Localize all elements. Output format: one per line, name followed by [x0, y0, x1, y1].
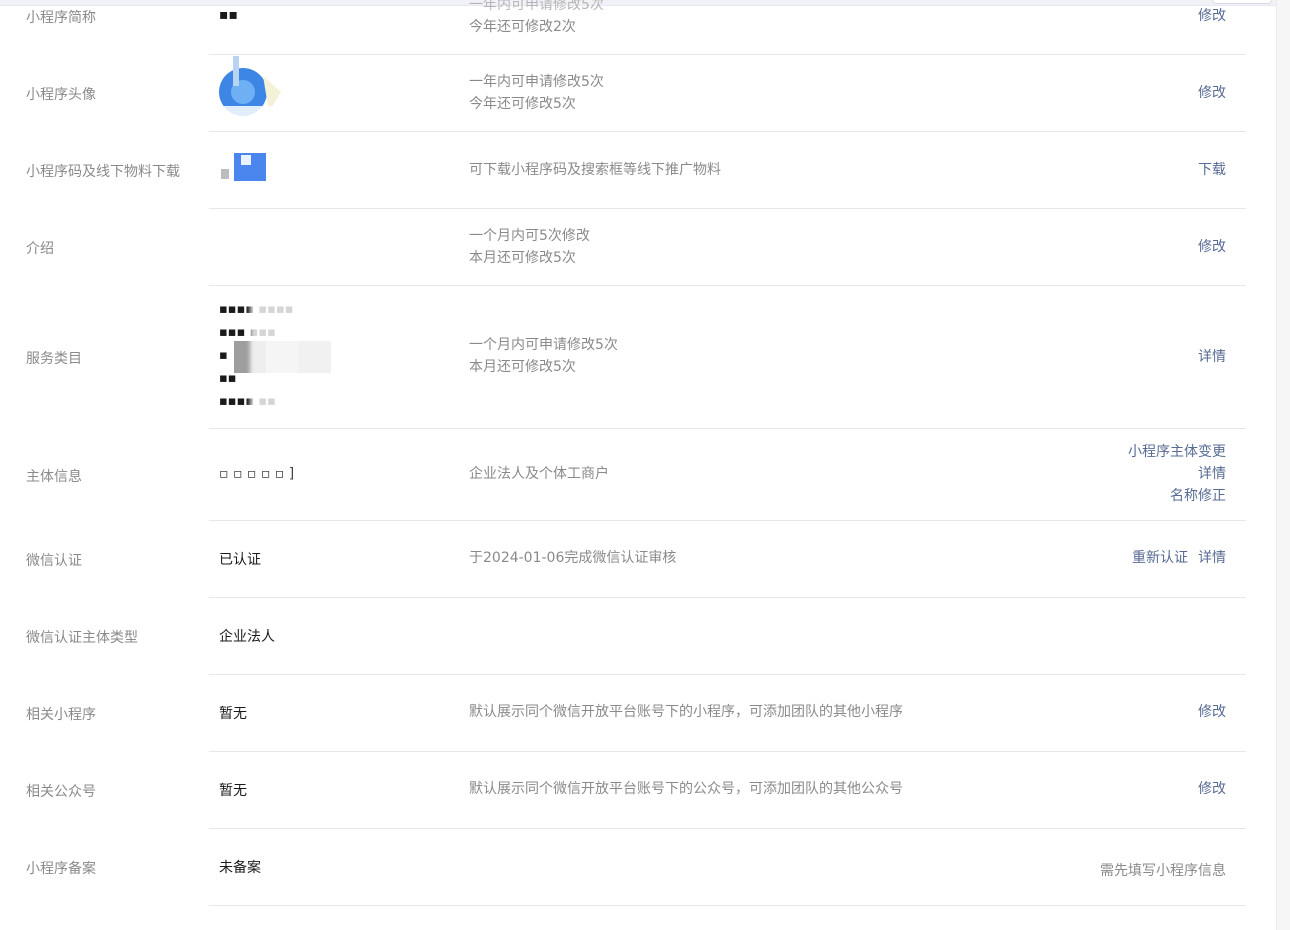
row-actions: 小程序主体变更 详情 名称修正 [1128, 441, 1226, 507]
row-avatar: 小程序头像 一年内可申请修改5次 今年还可修改5次 修改 [0, 55, 1246, 132]
row-label: 微信认证主体类型 [26, 630, 138, 646]
row-description: 默认展示同个微信开放平台账号下的公众号，可添加团队的其他公众号 [469, 781, 903, 797]
download-qrcode-link[interactable]: 下载 [1198, 162, 1226, 178]
row-description: 一年内可申请修改5次 今年还可修改2次 [469, 0, 604, 35]
row-value: 暂无 [219, 783, 247, 799]
short-name-value-redacted: ▪▪ [219, 7, 238, 23]
row-label: 小程序简称 [26, 10, 96, 26]
edit-related-official-link[interactable]: 修改 [1198, 781, 1226, 797]
row-related-miniprogram: 相关小程序 暂无 默认展示同个微信开放平台账号下的小程序，可添加团队的其他小程序… [0, 675, 1246, 752]
scrollbar[interactable] [1276, 0, 1290, 930]
row-description: 默认展示同个微信开放平台账号下的小程序，可添加团队的其他小程序 [469, 704, 903, 720]
miniprogram-avatar-image [219, 56, 289, 126]
row-value: 企业法人 [219, 629, 275, 645]
row-category: 服务类目 一个月内可申请修改5次 本月还可修改5次 详情 [0, 286, 1246, 429]
row-subject: 主体信息 ▫ ▫ ▫ ▫ ▫ ] 企业法人及个体工商户 小程序主体变更 详情 名… [0, 429, 1246, 521]
filing-note: 需先填写小程序信息 [1100, 863, 1226, 879]
row-value: 未备案 [219, 860, 261, 876]
row-verify-type: 微信认证主体类型 企业法人 [0, 598, 1246, 675]
row-value: 已认证 [219, 552, 261, 568]
row-description: 一年内可申请修改5次 今年还可修改5次 [469, 74, 604, 112]
row-actions: 详情 [1198, 346, 1226, 368]
row-description: 一个月内可5次修改 本月还可修改5次 [469, 228, 590, 266]
edit-related-miniprogram-link[interactable]: 修改 [1198, 704, 1226, 720]
row-description: 一个月内可申请修改5次 本月还可修改5次 [469, 337, 618, 375]
row-description: 可下载小程序码及搜索框等线下推广物料 [469, 162, 721, 178]
row-actions: 修改 [1198, 778, 1226, 800]
row-label: 微信认证 [26, 553, 82, 569]
row-related-official: 相关公众号 暂无 默认展示同个微信开放平台账号下的公众号，可添加团队的其他公众号… [0, 752, 1246, 829]
row-description: 于2024-01-06完成微信认证审核 [469, 550, 677, 566]
subject-change-link[interactable]: 小程序主体变更 [1128, 444, 1226, 460]
row-label: 主体信息 [26, 469, 82, 485]
edit-intro-link[interactable]: 修改 [1198, 239, 1226, 255]
row-label: 介绍 [26, 241, 54, 257]
row-actions: 修改 [1198, 236, 1226, 258]
subject-detail-link[interactable]: 详情 [1198, 466, 1226, 482]
row-filing: 小程序备案 未备案 需先填写小程序信息 [0, 829, 1246, 906]
row-actions: 修改 [1198, 5, 1226, 27]
row-value: 暂无 [219, 706, 247, 722]
row-intro: 介绍 一个月内可5次修改 本月还可修改5次 修改 [0, 209, 1246, 286]
row-actions: 重新认证 详情 [1132, 547, 1226, 569]
redaction-overlay [250, 290, 360, 410]
row-actions: 修改 [1198, 82, 1226, 104]
row-label: 小程序备案 [26, 861, 96, 877]
reverify-link[interactable]: 重新认证 [1132, 550, 1188, 566]
category-detail-link[interactable]: 详情 [1198, 349, 1226, 365]
row-wechat-verify: 微信认证 已认证 于2024-01-06完成微信认证审核 重新认证 详情 [0, 521, 1246, 598]
row-label: 服务类目 [26, 351, 82, 367]
edit-avatar-link[interactable]: 修改 [1198, 85, 1226, 101]
row-qrcode: 小程序码及线下物料下载 可下载小程序码及搜索框等线下推广物料 下载 [0, 132, 1246, 209]
row-label: 小程序码及线下物料下载 [26, 164, 180, 180]
row-short-name: 小程序简称 ▪▪ 一年内可申请修改5次 今年还可修改2次 修改 [0, 0, 1246, 55]
miniprogram-code-image [219, 145, 266, 193]
row-actions: 需先填写小程序信息 [1100, 860, 1226, 882]
row-actions: 下载 [1198, 159, 1226, 181]
verify-detail-link[interactable]: 详情 [1198, 550, 1226, 566]
name-correction-link[interactable]: 名称修正 [1170, 488, 1226, 504]
row-label: 相关小程序 [26, 707, 96, 723]
row-label: 相关公众号 [26, 784, 96, 800]
edit-short-name-link[interactable]: 修改 [1198, 8, 1226, 24]
row-divider [209, 905, 1246, 906]
row-label: 小程序头像 [26, 87, 96, 103]
row-description: 企业法人及个体工商户 [469, 466, 609, 482]
row-actions: 修改 [1198, 701, 1226, 723]
subject-name-redacted: ▫ ▫ ▫ ▫ ▫ ] [219, 466, 295, 482]
